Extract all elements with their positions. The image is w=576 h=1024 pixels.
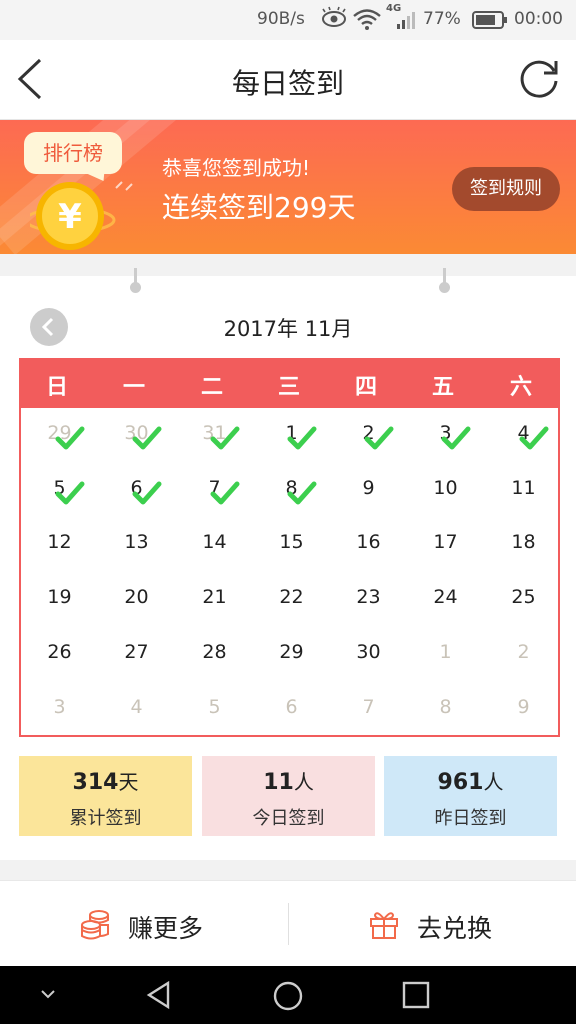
bottom-action-bar: 赚更多 去兑换 — [0, 880, 576, 966]
chevron-down-icon[interactable] — [38, 986, 58, 1002]
check-icon — [210, 426, 240, 450]
stat-value: 11 — [263, 770, 294, 795]
binder-ring — [130, 268, 141, 296]
weekday-label: 三 — [277, 375, 300, 400]
check-icon — [55, 481, 85, 505]
calendar-day[interactable]: 2 — [485, 641, 562, 663]
calendar-day[interactable]: 20 — [98, 586, 175, 608]
stat-label: 今日签到 — [252, 808, 325, 829]
coins-icon — [81, 910, 109, 940]
check-icon — [364, 426, 394, 450]
system-nav-bar — [0, 966, 576, 1024]
calendar-day[interactable]: 19 — [21, 586, 98, 608]
check-icon — [132, 481, 162, 505]
weekday-label: 四 — [354, 375, 377, 400]
weekday-label: 日 — [45, 375, 68, 400]
gift-icon — [370, 912, 398, 939]
check-icon — [210, 481, 240, 505]
battery-percent: 77% — [423, 9, 461, 29]
stat-unit: 天 — [118, 770, 139, 794]
calendar-day[interactable]: 17 — [407, 531, 484, 553]
coin-icon: ¥ — [24, 176, 140, 254]
calendar-day[interactable]: 30 — [330, 641, 407, 663]
calendar-day[interactable]: 16 — [330, 531, 407, 553]
binder-ring — [439, 268, 450, 296]
streak-message: 连续签到299天 — [162, 191, 356, 224]
earn-more-label: 赚更多 — [128, 914, 204, 943]
stat-value: 314 — [72, 770, 119, 795]
weekday-label: 二 — [200, 375, 223, 400]
calendar-day[interactable]: 1 — [407, 641, 484, 663]
calendar-day[interactable]: 15 — [253, 531, 330, 553]
check-icon — [55, 426, 85, 450]
page-title: 每日签到 — [231, 67, 344, 100]
calendar-day[interactable]: 28 — [176, 641, 253, 663]
calendar-day[interactable]: 9 — [330, 477, 407, 499]
weekday-label: 一 — [122, 375, 145, 400]
clock: 00:00 — [514, 9, 563, 29]
check-icon — [287, 426, 317, 450]
month-label: 2017年 11月 — [223, 317, 353, 341]
nav-home-icon[interactable] — [272, 980, 304, 1012]
weekday-label: 六 — [509, 375, 532, 400]
redeem-button[interactable]: 去兑换 — [289, 881, 576, 967]
nav-recents-icon[interactable] — [402, 981, 430, 1009]
check-icon — [441, 426, 471, 450]
calendar-day[interactable]: 23 — [330, 586, 407, 608]
stat-label: 累计签到 — [69, 808, 142, 829]
calendar-day[interactable]: 24 — [407, 586, 484, 608]
battery-icon — [472, 10, 508, 35]
calendar-day[interactable]: 4 — [98, 696, 175, 718]
calendar-day[interactable]: 26 — [21, 641, 98, 663]
stat-total-checkins: 314天 累计签到 — [19, 756, 192, 836]
status-bar: 90B/s 4G 77% 00:00 — [0, 0, 576, 40]
app-header: 每日签到 — [0, 40, 576, 120]
check-icon — [287, 481, 317, 505]
calendar-day[interactable]: 12 — [21, 531, 98, 553]
calendar-day[interactable]: 6 — [253, 696, 330, 718]
signal-icon — [396, 10, 418, 35]
check-icon — [132, 426, 162, 450]
calendar-day[interactable]: 9 — [485, 696, 562, 718]
weekday-label: 五 — [431, 375, 454, 400]
weekday-header: 日一二三四五六 — [19, 358, 560, 408]
calendar-day[interactable]: 29 — [253, 641, 330, 663]
wifi-icon — [352, 7, 382, 36]
stat-label: 昨日签到 — [434, 808, 507, 829]
refresh-button[interactable] — [516, 56, 562, 102]
refresh-icon — [520, 60, 558, 98]
eye-icon — [320, 6, 348, 35]
calendar-day[interactable]: 21 — [176, 586, 253, 608]
calendar-day[interactable]: 7 — [330, 696, 407, 718]
stat-unit: 人 — [483, 770, 504, 794]
stat-today-checkins: 11人 今日签到 — [202, 756, 375, 836]
calendar-day[interactable]: 5 — [176, 696, 253, 718]
calendar-day[interactable]: 11 — [485, 477, 562, 499]
check-icon — [519, 426, 549, 450]
success-message: 恭喜您签到成功! — [162, 156, 311, 180]
stat-yesterday-checkins: 961人 昨日签到 — [384, 756, 557, 836]
network-speed: 90B/s — [257, 9, 305, 29]
calendar-day[interactable]: 13 — [98, 531, 175, 553]
stat-unit: 人 — [293, 770, 314, 794]
svg-text:¥: ¥ — [58, 197, 82, 237]
earn-more-button[interactable]: 赚更多 — [0, 881, 288, 967]
calendar-day[interactable]: 27 — [98, 641, 175, 663]
checkin-banner: 排行榜 ¥ 恭喜您签到成功! 连续签到299天 签到规则 — [0, 120, 576, 254]
calendar-day[interactable]: 3 — [21, 696, 98, 718]
rules-button[interactable]: 签到规则 — [452, 167, 560, 211]
redeem-label: 去兑换 — [417, 914, 493, 943]
calendar-day[interactable]: 25 — [485, 586, 562, 608]
calendar-day[interactable]: 14 — [176, 531, 253, 553]
calendar-day[interactable]: 8 — [407, 696, 484, 718]
calendar-day[interactable]: 18 — [485, 531, 562, 553]
calendar-day[interactable]: 22 — [253, 586, 330, 608]
calendar-day[interactable]: 10 — [407, 477, 484, 499]
nav-back-icon[interactable] — [144, 980, 174, 1010]
stat-value: 961 — [437, 770, 484, 795]
